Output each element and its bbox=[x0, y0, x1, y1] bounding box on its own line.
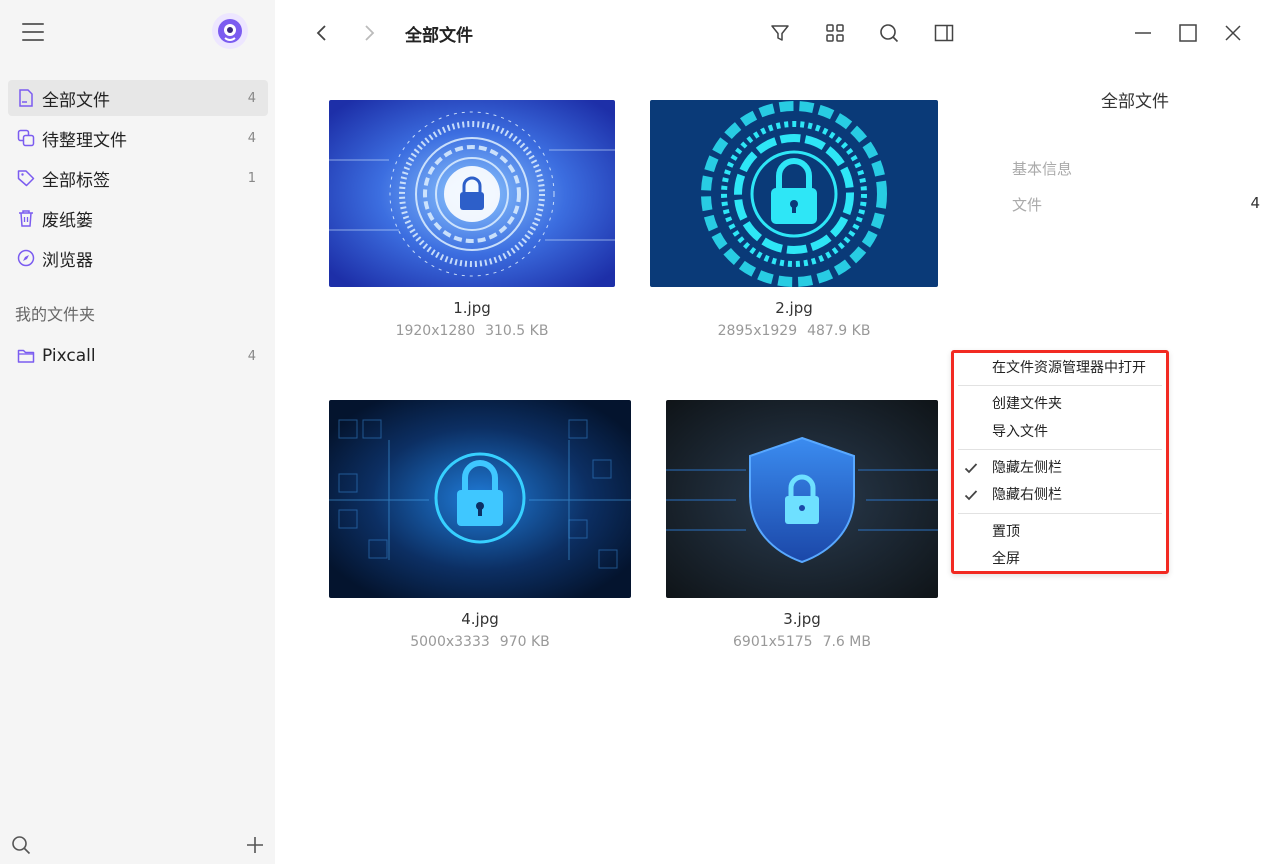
sidebar-item-unsorted[interactable]: 待整理文件 4 bbox=[8, 120, 268, 156]
menu-item-label: 置顶 bbox=[992, 524, 1020, 540]
file-thumbnail[interactable] bbox=[329, 100, 615, 287]
forward-button[interactable] bbox=[355, 19, 383, 47]
menu-item-label: 隐藏左侧栏 bbox=[992, 460, 1062, 476]
file-thumbnail[interactable] bbox=[329, 400, 631, 598]
right-panel-file-label: 文件 bbox=[1012, 196, 1043, 214]
check-icon bbox=[964, 463, 978, 474]
sidebar-item-count: 4 bbox=[247, 130, 256, 146]
menu-item-label: 全屏 bbox=[992, 551, 1020, 567]
file-size: 7.6 MB bbox=[822, 634, 871, 650]
sidebar-item-label: 全部标签 bbox=[42, 170, 110, 191]
lock-image bbox=[329, 400, 631, 598]
sidebar-item-label: 废纸篓 bbox=[42, 210, 93, 231]
sidebar-item-label: 待整理文件 bbox=[42, 130, 127, 151]
sidebar-item-count: 4 bbox=[247, 348, 256, 364]
file-name: 1.jpg bbox=[453, 299, 491, 317]
sidebar-item-folder-pixcall[interactable]: Pixcall 4 bbox=[8, 338, 268, 374]
menu-item-label: 隐藏右侧栏 bbox=[992, 487, 1062, 503]
sidebar-item-label: 浏览器 bbox=[42, 250, 93, 271]
grid-view-button[interactable] bbox=[821, 19, 849, 47]
minimize-button[interactable] bbox=[1129, 19, 1157, 47]
menu-item-label: 创建文件夹 bbox=[992, 396, 1062, 412]
maximize-icon bbox=[1179, 24, 1197, 42]
right-panel-title: 全部文件 bbox=[1101, 92, 1169, 112]
chevron-left-icon bbox=[316, 25, 326, 41]
file-name: 3.jpg bbox=[783, 610, 821, 628]
context-menu: 在文件资源管理器中打开 创建文件夹 导入文件 隐藏左侧栏 隐藏右侧栏 置顶 全屏 bbox=[951, 350, 1169, 574]
file-meta: 6901x5175 7.6 MB bbox=[666, 634, 938, 650]
minimize-icon bbox=[1135, 32, 1151, 34]
shield-lock-image bbox=[666, 400, 938, 598]
menu-separator bbox=[958, 385, 1162, 386]
filter-button[interactable] bbox=[766, 19, 794, 47]
menu-separator bbox=[958, 449, 1162, 450]
file-dimensions: 2895x1929 bbox=[717, 323, 798, 339]
folder-list: Pixcall 4 bbox=[8, 338, 268, 378]
file-dimensions: 5000x3333 bbox=[410, 634, 490, 650]
search-icon[interactable] bbox=[11, 835, 31, 855]
sidebar-item-label: 全部文件 bbox=[42, 90, 110, 111]
right-panel-file-count: 4 bbox=[1250, 194, 1260, 212]
sidebar-item-label: Pixcall bbox=[42, 346, 96, 366]
search-icon bbox=[880, 24, 899, 43]
compass-icon bbox=[16, 248, 36, 268]
menu-item-fullscreen[interactable]: 全屏 bbox=[954, 546, 1166, 572]
lock-image bbox=[650, 100, 938, 287]
sidebar-item-trash[interactable]: 废纸篓 bbox=[8, 200, 268, 236]
right-panel-section: 基本信息 bbox=[1012, 160, 1073, 178]
file-size: 310.5 KB bbox=[485, 323, 549, 339]
menu-item-hide-right-sidebar[interactable]: 隐藏右侧栏 bbox=[954, 482, 1166, 508]
menu-icon[interactable] bbox=[22, 23, 44, 43]
chevron-right-icon bbox=[365, 25, 375, 41]
sidebar-nav: 全部文件 4 待整理文件 4 全部标签 1 废纸篓 浏览器 bbox=[8, 80, 268, 280]
menu-item-create-folder[interactable]: 创建文件夹 bbox=[954, 391, 1166, 417]
lock-image bbox=[329, 100, 615, 287]
section-title-folders: 我的文件夹 bbox=[15, 305, 96, 324]
file-meta: 5000x3333 970 KB bbox=[329, 634, 631, 650]
menu-item-hide-left-sidebar[interactable]: 隐藏左侧栏 bbox=[954, 455, 1166, 481]
file-meta: 2895x1929 487.9 KB bbox=[650, 323, 938, 339]
close-button[interactable] bbox=[1219, 19, 1247, 47]
menu-item-pin-on-top[interactable]: 置顶 bbox=[954, 519, 1166, 545]
sidebar-item-count: 1 bbox=[247, 170, 256, 186]
sidebar-item-count: 4 bbox=[247, 90, 256, 106]
sidebar-item-browser[interactable]: 浏览器 bbox=[8, 240, 268, 276]
file-thumbnail[interactable] bbox=[666, 400, 938, 598]
file-dimensions: 6901x5175 bbox=[733, 634, 813, 650]
trash-icon bbox=[16, 208, 36, 228]
grid-icon bbox=[826, 24, 844, 42]
file-icon bbox=[16, 88, 36, 108]
sidebar-item-all-files[interactable]: 全部文件 4 bbox=[8, 80, 268, 116]
copy-icon bbox=[16, 128, 36, 148]
panel-right-icon bbox=[934, 24, 954, 42]
sidebar-item-all-tags[interactable]: 全部标签 1 bbox=[8, 160, 268, 196]
search-button[interactable] bbox=[875, 19, 903, 47]
folder-icon bbox=[16, 346, 36, 366]
menu-item-label: 导入文件 bbox=[992, 424, 1048, 440]
menu-item-label: 在文件资源管理器中打开 bbox=[992, 360, 1146, 376]
file-size: 487.9 KB bbox=[807, 323, 871, 339]
file-name: 2.jpg bbox=[775, 299, 813, 317]
tag-icon bbox=[16, 168, 36, 188]
check-icon bbox=[964, 490, 978, 501]
page-title: 全部文件 bbox=[405, 26, 473, 46]
menu-item-open-in-explorer[interactable]: 在文件资源管理器中打开 bbox=[954, 355, 1166, 381]
file-name: 4.jpg bbox=[461, 610, 499, 628]
avatar[interactable] bbox=[212, 13, 248, 49]
back-button[interactable] bbox=[308, 19, 336, 47]
file-thumbnail[interactable] bbox=[650, 100, 938, 287]
sidebar: 全部文件 4 待整理文件 4 全部标签 1 废纸篓 浏览器 我的文件夹 Pixc… bbox=[0, 0, 275, 864]
filter-icon bbox=[771, 25, 789, 41]
app-window: 全部文件 4 待整理文件 4 全部标签 1 废纸篓 浏览器 我的文件夹 Pixc… bbox=[0, 0, 1280, 864]
add-icon[interactable] bbox=[245, 835, 265, 855]
menu-separator bbox=[958, 513, 1162, 514]
file-size: 970 KB bbox=[499, 634, 550, 650]
menu-item-import-files[interactable]: 导入文件 bbox=[954, 419, 1166, 445]
file-meta: 1920x1280 310.5 KB bbox=[329, 323, 615, 339]
maximize-button[interactable] bbox=[1174, 19, 1202, 47]
close-icon bbox=[1225, 25, 1241, 41]
toggle-right-panel-button[interactable] bbox=[930, 19, 958, 47]
file-dimensions: 1920x1280 bbox=[395, 323, 476, 339]
